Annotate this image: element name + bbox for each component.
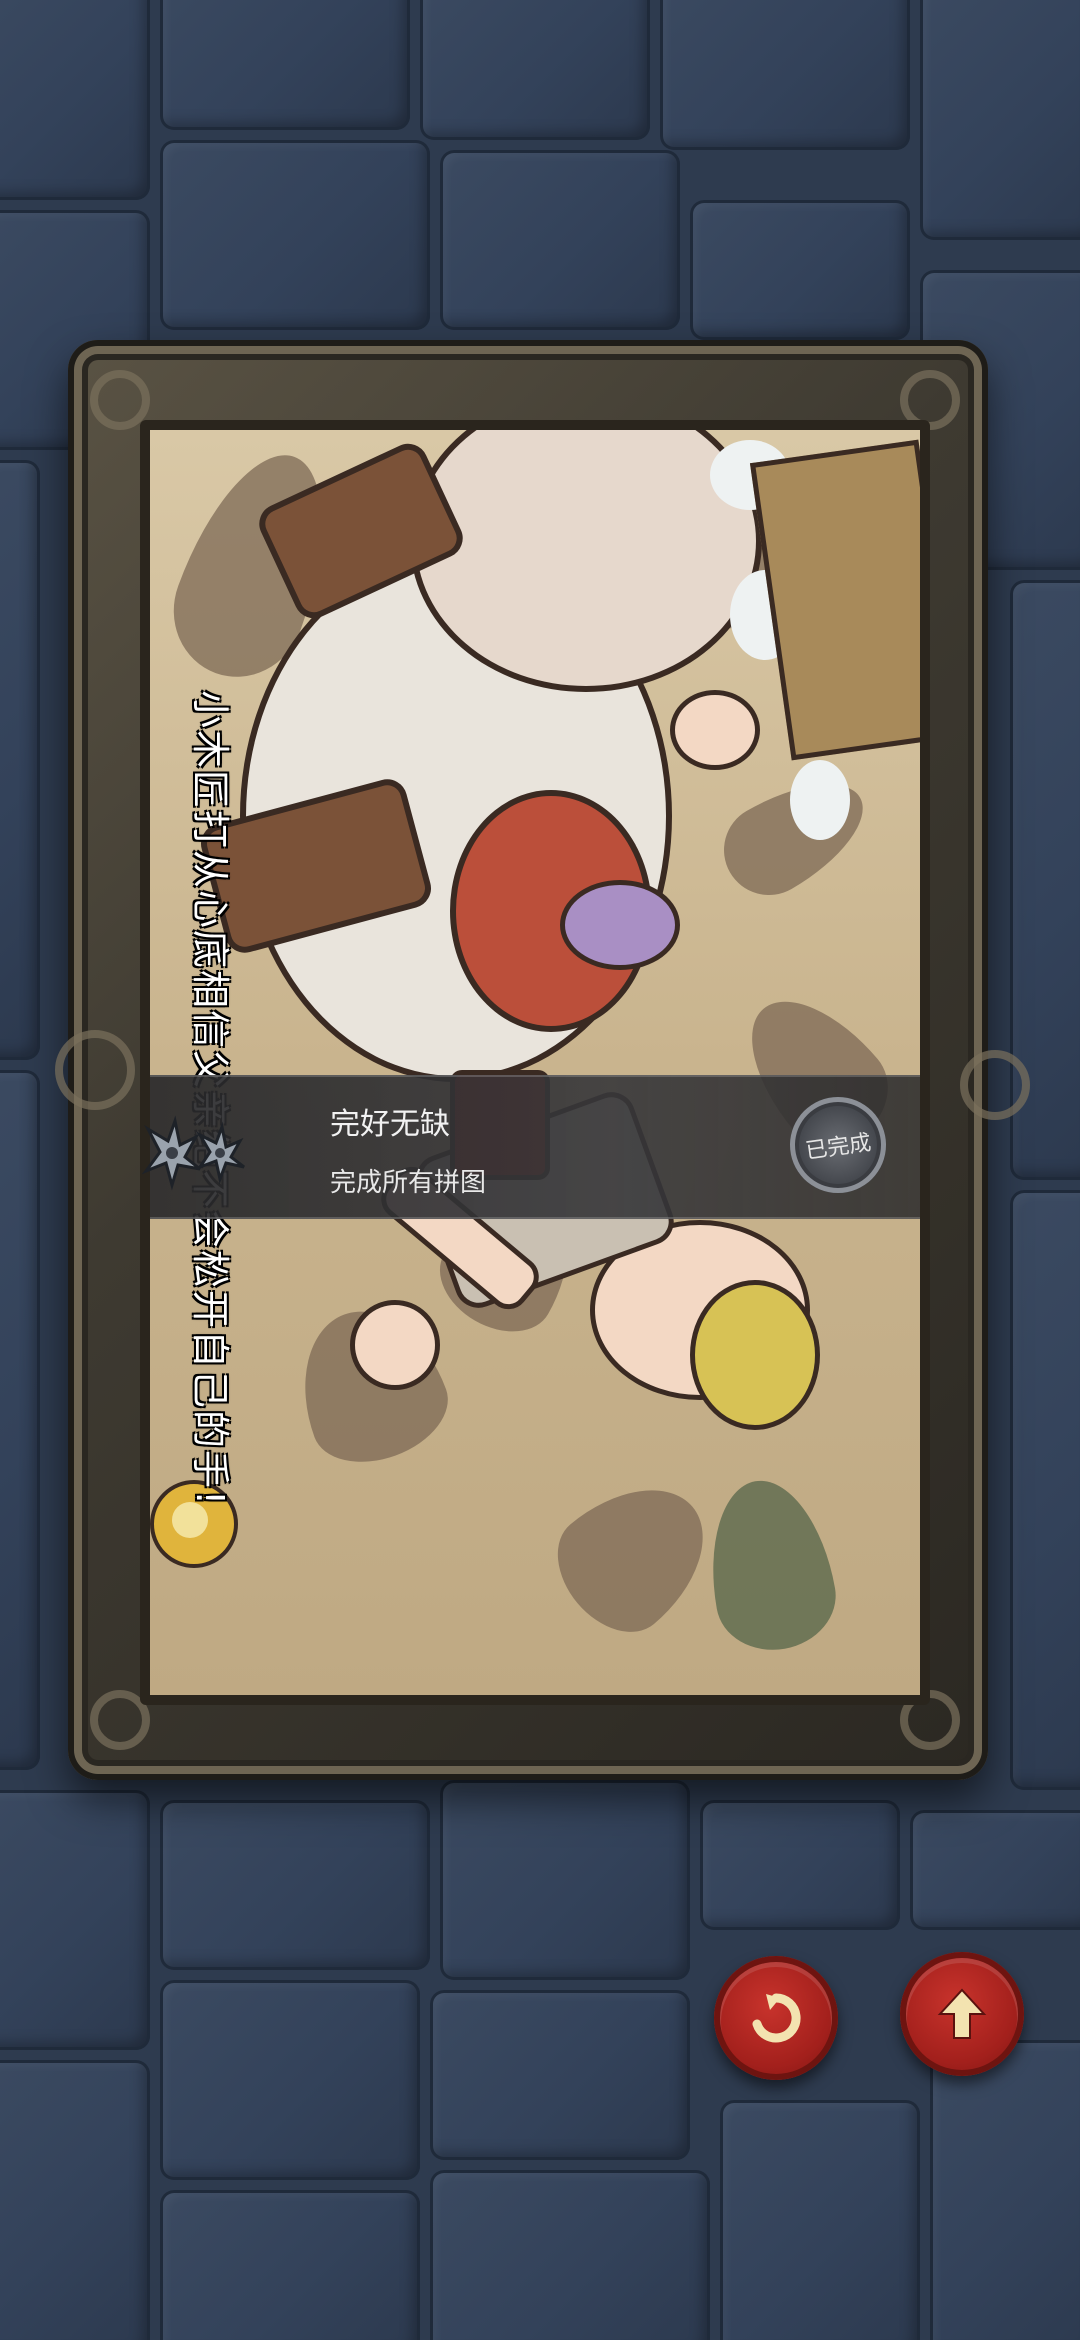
caption-text: 小木匠打从心底相信父亲绝不会松开自己的手! <box>180 690 240 1507</box>
achievement-description: 完成所有拼图 <box>330 1168 487 1198</box>
up-arrow-button[interactable] <box>900 1952 1024 2076</box>
story-caption: 小木匠打从心底相信父亲绝不会松开自己的手! <box>180 690 240 1507</box>
completed-stamp: 已完成 <box>790 1097 886 1193</box>
frame-inner-border <box>140 420 930 1705</box>
achievement-title: 完好无缺 <box>330 1107 450 1142</box>
achievement-banner: 完好无缺 完成所有拼图 已完成 <box>141 1075 920 1219</box>
shuriken-badge-icon <box>130 1107 250 1197</box>
rotate-icon <box>752 1993 801 2043</box>
completed-status-text: 已完成 <box>803 1130 873 1165</box>
arrow-up-icon <box>937 1988 987 2039</box>
frame-knot-ornament <box>55 1030 135 1110</box>
frame-knot-ornament <box>960 1050 1030 1120</box>
rotate-button[interactable] <box>714 1956 838 2080</box>
